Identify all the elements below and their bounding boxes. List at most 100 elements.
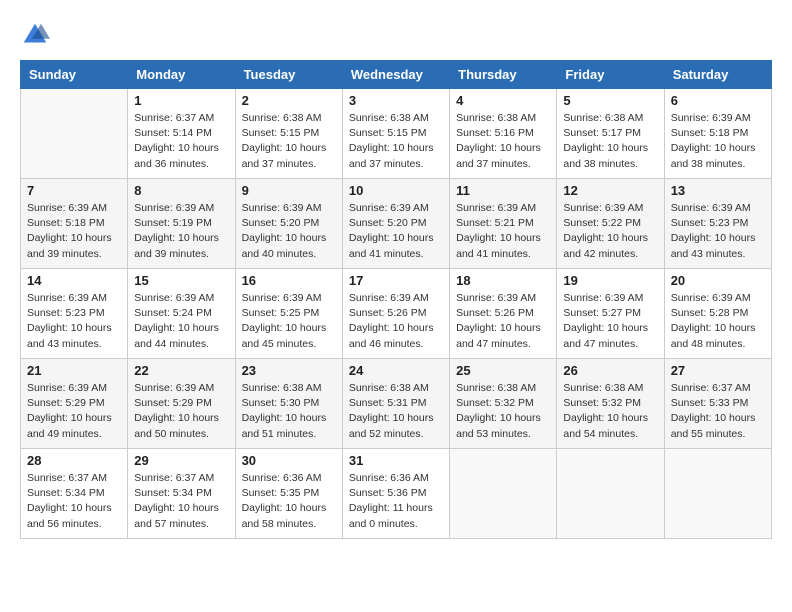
calendar-cell: 18 Sunrise: 6:39 AMSunset: 5:26 PMDayligh… [450,269,557,359]
day-number: 17 [349,273,443,288]
day-number: 8 [134,183,228,198]
calendar-cell: 15 Sunrise: 6:39 AMSunset: 5:24 PMDayligh… [128,269,235,359]
calendar-cell: 30Sunrise: 6:36 AMSunset: 5:35 PMDayligh… [235,449,342,539]
day-info: Sunrise: 6:39 AMSunset: 5:20 PMDaylight:… [349,201,443,262]
weekday-header: Thursday [450,61,557,89]
calendar-cell: 12 Sunrise: 6:39 AMSunset: 5:22 PMDayligh… [557,179,664,269]
calendar-cell [664,449,771,539]
calendar-cell: 13Sunrise: 6:39 AMSunset: 5:23 PMDayligh… [664,179,771,269]
calendar-cell: 19 Sunrise: 6:39 AMSunset: 5:27 PMDayligh… [557,269,664,359]
day-info: Sunrise: 6:39 AMSunset: 5:19 PMDaylight:… [134,201,228,262]
calendar-cell: 8 Sunrise: 6:39 AMSunset: 5:19 PMDaylight… [128,179,235,269]
day-number: 7 [27,183,121,198]
day-number: 10 [349,183,443,198]
day-number: 24 [349,363,443,378]
day-info: Sunrise: 6:39 AMSunset: 5:26 PMDaylight:… [349,291,443,352]
calendar-cell: 3 Sunrise: 6:38 AMSunset: 5:15 PMDaylight… [342,89,449,179]
day-info: Sunrise: 6:38 AMSunset: 5:15 PMDaylight:… [242,111,336,172]
day-number: 18 [456,273,550,288]
weekday-header: Sunday [21,61,128,89]
day-number: 6 [671,93,765,108]
day-info: Sunrise: 6:38 AMSunset: 5:32 PMDaylight:… [456,381,550,442]
weekday-header: Tuesday [235,61,342,89]
day-info: Sunrise: 6:39 AMSunset: 5:21 PMDaylight:… [456,201,550,262]
calendar-cell: 7 Sunrise: 6:39 AMSunset: 5:18 PMDaylight… [21,179,128,269]
day-number: 28 [27,453,121,468]
calendar-table: SundayMondayTuesdayWednesdayThursdayFrid… [20,60,772,539]
day-number: 29 [134,453,228,468]
day-number: 15 [134,273,228,288]
day-number: 23 [242,363,336,378]
calendar-cell: 23 Sunrise: 6:38 AMSunset: 5:30 PMDayligh… [235,359,342,449]
day-info: Sunrise: 6:38 AMSunset: 5:15 PMDaylight:… [349,111,443,172]
calendar-cell: 29 Sunrise: 6:37 AMSunset: 5:34 PMDayligh… [128,449,235,539]
day-info: Sunrise: 6:39 AMSunset: 5:23 PMDaylight:… [671,201,765,262]
day-info: Sunrise: 6:39 AMSunset: 5:27 PMDaylight:… [563,291,657,352]
day-number: 11 [456,183,550,198]
day-number: 1 [134,93,228,108]
calendar-cell: 20 Sunrise: 6:39 AMSunset: 5:28 PMDayligh… [664,269,771,359]
day-info: Sunrise: 6:39 AMSunset: 5:22 PMDaylight:… [563,201,657,262]
calendar-cell: 6Sunrise: 6:39 AMSunset: 5:18 PMDaylight… [664,89,771,179]
page-header [20,20,772,50]
calendar-cell [450,449,557,539]
calendar-cell: 27Sunrise: 6:37 AMSunset: 5:33 PMDayligh… [664,359,771,449]
calendar-cell: 16 Sunrise: 6:39 AMSunset: 5:25 PMDayligh… [235,269,342,359]
calendar-cell: 22 Sunrise: 6:39 AMSunset: 5:29 PMDayligh… [128,359,235,449]
calendar-cell: 25 Sunrise: 6:38 AMSunset: 5:32 PMDayligh… [450,359,557,449]
day-info: Sunrise: 6:39 AMSunset: 5:26 PMDaylight:… [456,291,550,352]
day-info: Sunrise: 6:37 AMSunset: 5:34 PMDaylight:… [134,471,228,532]
day-number: 19 [563,273,657,288]
weekday-header: Monday [128,61,235,89]
day-info: Sunrise: 6:39 AMSunset: 5:29 PMDaylight:… [27,381,121,442]
day-info: Sunrise: 6:38 AMSunset: 5:17 PMDaylight:… [563,111,657,172]
day-info: Sunrise: 6:39 AMSunset: 5:23 PMDaylight:… [27,291,121,352]
calendar-cell: 21 Sunrise: 6:39 AMSunset: 5:29 PMDayligh… [21,359,128,449]
day-number: 27 [671,363,765,378]
weekday-header: Saturday [664,61,771,89]
day-info: Sunrise: 6:38 AMSunset: 5:30 PMDaylight:… [242,381,336,442]
calendar-cell: 14Sunrise: 6:39 AMSunset: 5:23 PMDayligh… [21,269,128,359]
calendar-week-row: 14Sunrise: 6:39 AMSunset: 5:23 PMDayligh… [21,269,772,359]
calendar-week-row: 7 Sunrise: 6:39 AMSunset: 5:18 PMDaylight… [21,179,772,269]
calendar-cell: 28 Sunrise: 6:37 AMSunset: 5:34 PMDayligh… [21,449,128,539]
calendar-cell: 10 Sunrise: 6:39 AMSunset: 5:20 PMDayligh… [342,179,449,269]
day-info: Sunrise: 6:38 AMSunset: 5:32 PMDaylight:… [563,381,657,442]
day-info: Sunrise: 6:37 AMSunset: 5:14 PMDaylight:… [134,111,228,172]
calendar-cell: 31Sunrise: 6:36 AMSunset: 5:36 PMDayligh… [342,449,449,539]
calendar-cell: 2 Sunrise: 6:38 AMSunset: 5:15 PMDaylight… [235,89,342,179]
day-info: Sunrise: 6:36 AMSunset: 5:35 PMDaylight:… [242,471,336,532]
calendar-week-row: 28 Sunrise: 6:37 AMSunset: 5:34 PMDayligh… [21,449,772,539]
day-number: 3 [349,93,443,108]
calendar-body: 1 Sunrise: 6:37 AMSunset: 5:14 PMDaylight… [21,89,772,539]
calendar-cell: 4Sunrise: 6:38 AMSunset: 5:16 PMDaylight… [450,89,557,179]
calendar-header: SundayMondayTuesdayWednesdayThursdayFrid… [21,61,772,89]
day-info: Sunrise: 6:39 AMSunset: 5:24 PMDaylight:… [134,291,228,352]
calendar-cell: 17 Sunrise: 6:39 AMSunset: 5:26 PMDayligh… [342,269,449,359]
calendar-week-row: 1 Sunrise: 6:37 AMSunset: 5:14 PMDaylight… [21,89,772,179]
day-number: 20 [671,273,765,288]
weekday-row: SundayMondayTuesdayWednesdayThursdayFrid… [21,61,772,89]
day-info: Sunrise: 6:38 AMSunset: 5:16 PMDaylight:… [456,111,550,172]
calendar-cell: 1 Sunrise: 6:37 AMSunset: 5:14 PMDaylight… [128,89,235,179]
day-number: 9 [242,183,336,198]
day-number: 5 [563,93,657,108]
calendar-cell [557,449,664,539]
day-info: Sunrise: 6:37 AMSunset: 5:34 PMDaylight:… [27,471,121,532]
day-info: Sunrise: 6:38 AMSunset: 5:31 PMDaylight:… [349,381,443,442]
day-info: Sunrise: 6:39 AMSunset: 5:20 PMDaylight:… [242,201,336,262]
day-number: 2 [242,93,336,108]
day-number: 31 [349,453,443,468]
calendar-week-row: 21 Sunrise: 6:39 AMSunset: 5:29 PMDayligh… [21,359,772,449]
day-info: Sunrise: 6:39 AMSunset: 5:29 PMDaylight:… [134,381,228,442]
day-info: Sunrise: 6:39 AMSunset: 5:18 PMDaylight:… [27,201,121,262]
day-info: Sunrise: 6:39 AMSunset: 5:28 PMDaylight:… [671,291,765,352]
day-number: 12 [563,183,657,198]
day-number: 22 [134,363,228,378]
calendar-cell: 9 Sunrise: 6:39 AMSunset: 5:20 PMDaylight… [235,179,342,269]
logo [20,20,52,50]
day-number: 16 [242,273,336,288]
day-info: Sunrise: 6:39 AMSunset: 5:25 PMDaylight:… [242,291,336,352]
day-number: 21 [27,363,121,378]
day-number: 25 [456,363,550,378]
